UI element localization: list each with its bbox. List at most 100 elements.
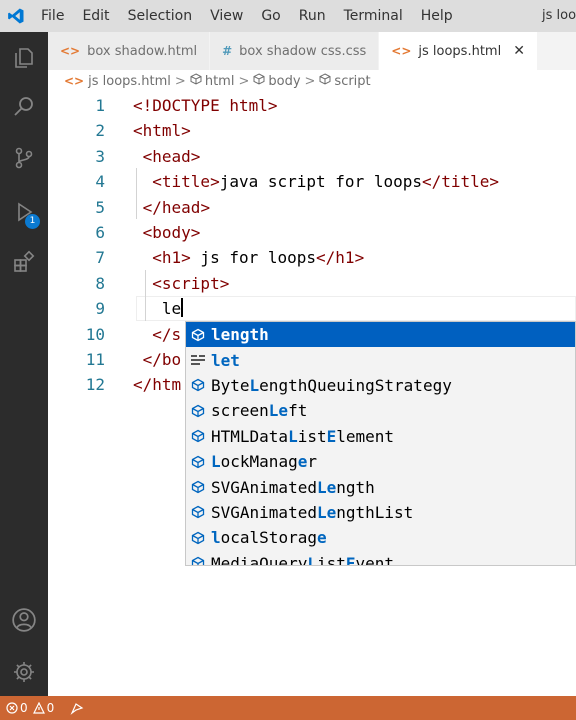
suggestion-item[interactable]: length bbox=[186, 322, 575, 348]
suggestion-text: MediaQuery bbox=[211, 553, 308, 566]
run-badge: 1 bbox=[25, 214, 40, 229]
code-line: 8 <script> bbox=[48, 271, 576, 296]
status-bar: 0 0 bbox=[0, 696, 576, 720]
field-icon bbox=[190, 504, 206, 520]
suggestion-item[interactable]: HTMLData List Element bbox=[186, 424, 575, 449]
code-text: </htm bbox=[133, 372, 181, 397]
menu-selection[interactable]: Selection bbox=[119, 0, 202, 32]
suggestion-item[interactable]: screen Le ft bbox=[186, 398, 575, 423]
breadcrumb-item-html[interactable]: html bbox=[205, 74, 235, 89]
editor-tabs: <> box shadow.html # box shadow css.css <> js… bbox=[48, 32, 576, 70]
html-tag: <head> bbox=[142, 146, 201, 166]
suggestion-item[interactable]: let bbox=[186, 347, 575, 372]
suggestion-match: l bbox=[211, 528, 221, 548]
menu-bar: File Edit Selection View Go Run Terminal Help bbox=[32, 0, 462, 32]
suggestion-text: screen bbox=[211, 401, 269, 421]
suggestion-item[interactable]: SVGAnimated Le ngthList bbox=[186, 500, 575, 525]
autocomplete-suggest-widget[interactable]: length let Byte Length QueuingStrategy screen… bbox=[185, 321, 576, 566]
breadcrumb-item-js-loops-html[interactable]: js loops.html bbox=[88, 74, 171, 89]
line-number: 11 bbox=[85, 350, 105, 369]
code-text: </head> bbox=[133, 195, 210, 220]
suggestion-item[interactable]: l ocalStorag e bbox=[186, 525, 575, 550]
html-tag: <!DOCTYPE html> bbox=[133, 96, 278, 115]
account-icon[interactable] bbox=[0, 596, 48, 644]
tab-js-loops-html[interactable]: <> js loops.html ✕ bbox=[379, 32, 538, 70]
menu-go[interactable]: Go bbox=[252, 0, 289, 32]
suggestion-item[interactable]: SVGAnimated Le ngth bbox=[186, 474, 575, 499]
line-number: 5 bbox=[95, 197, 105, 217]
html-tag: <script> bbox=[152, 273, 230, 293]
suggestion-match: let bbox=[211, 350, 240, 370]
suggestion-text: r bbox=[307, 452, 317, 472]
suggestion-match: L bbox=[211, 452, 221, 472]
run-debug-icon[interactable]: 1 bbox=[0, 188, 48, 236]
suggestion-text: ft bbox=[288, 401, 308, 421]
field-icon bbox=[190, 428, 206, 444]
menu-run[interactable]: Run bbox=[290, 0, 335, 32]
extensions-icon[interactable] bbox=[0, 238, 48, 286]
tab-label: box shadow.html bbox=[87, 43, 198, 59]
suggestion-item[interactable]: LockManag e r bbox=[186, 449, 575, 474]
html-tag: </h1> bbox=[316, 248, 365, 268]
suggestion-match: Le bbox=[316, 477, 337, 497]
html-tag: </s bbox=[152, 324, 182, 344]
element-icon bbox=[190, 73, 202, 89]
breadcrumb-item-script[interactable]: script bbox=[334, 74, 370, 89]
field-icon bbox=[190, 327, 206, 343]
line-number: 1 bbox=[95, 96, 105, 115]
menu-file[interactable]: File bbox=[32, 0, 73, 32]
text-content: js for loops bbox=[190, 248, 317, 268]
menu-edit[interactable]: Edit bbox=[73, 0, 118, 32]
code-line: 1 <!DOCTYPE html> bbox=[48, 93, 576, 118]
text-content: java script for loops bbox=[219, 172, 422, 192]
vscode-logo-icon bbox=[0, 0, 32, 32]
html-tag: </htm bbox=[133, 375, 182, 395]
suggestion-item[interactable]: MediaQuery List Event bbox=[186, 551, 575, 566]
suggestion-match: e bbox=[316, 528, 327, 548]
search-icon[interactable] bbox=[0, 82, 48, 130]
menu-help[interactable]: Help bbox=[412, 0, 462, 32]
suggestion-text: SVGAnimated bbox=[211, 477, 317, 497]
problems-indicator[interactable]: 0 0 bbox=[6, 701, 54, 715]
field-icon bbox=[190, 454, 206, 470]
close-icon[interactable]: ✕ bbox=[513, 43, 525, 59]
field-icon bbox=[190, 403, 206, 419]
suggestion-item[interactable]: Byte Length QueuingStrategy bbox=[186, 373, 575, 398]
live-share-icon[interactable] bbox=[70, 701, 84, 715]
html-file-icon: <> bbox=[64, 74, 85, 88]
code-line: 6 <body> bbox=[48, 220, 576, 245]
suggestion-text: Byte bbox=[211, 375, 250, 395]
element-icon bbox=[319, 73, 331, 89]
line-number: 6 bbox=[95, 223, 105, 242]
suggestion-match: L bbox=[249, 375, 260, 395]
tab-box-shadow-html[interactable]: <> box shadow.html bbox=[48, 32, 211, 70]
error-count: 0 bbox=[20, 701, 28, 715]
explorer-icon[interactable] bbox=[0, 34, 48, 82]
code-text: <script> bbox=[133, 271, 229, 296]
html-tag: </title> bbox=[422, 172, 500, 192]
field-icon bbox=[190, 530, 206, 546]
element-icon bbox=[253, 73, 265, 89]
code-line: 7 <h1> js for loops</h1> bbox=[48, 245, 576, 270]
html-file-icon: <> bbox=[60, 44, 81, 58]
menu-terminal[interactable]: Terminal bbox=[335, 0, 412, 32]
suggestion-text: QueuingStrategy bbox=[307, 375, 452, 395]
line-number: 2 bbox=[95, 121, 105, 141]
suggestion-text: ockManag bbox=[220, 452, 298, 472]
line-number: 8 bbox=[95, 273, 105, 293]
code-text: <!DOCTYPE html> bbox=[133, 93, 278, 118]
code-text: <head> bbox=[133, 144, 201, 169]
warning-icon bbox=[32, 702, 45, 714]
suggestion-text: ngth bbox=[336, 477, 375, 497]
suggestion-match: length bbox=[211, 325, 269, 345]
tab-box-shadow-css-css[interactable]: # box shadow css.css bbox=[210, 32, 380, 70]
tab-label: js loops.html bbox=[418, 43, 502, 59]
menu-view[interactable]: View bbox=[201, 0, 252, 32]
error-icon bbox=[6, 702, 18, 714]
code-text: le bbox=[133, 296, 184, 321]
source-control-icon[interactable] bbox=[0, 134, 48, 182]
breadcrumb-item-body[interactable]: body bbox=[268, 74, 300, 89]
settings-gear-icon[interactable] bbox=[0, 648, 48, 696]
